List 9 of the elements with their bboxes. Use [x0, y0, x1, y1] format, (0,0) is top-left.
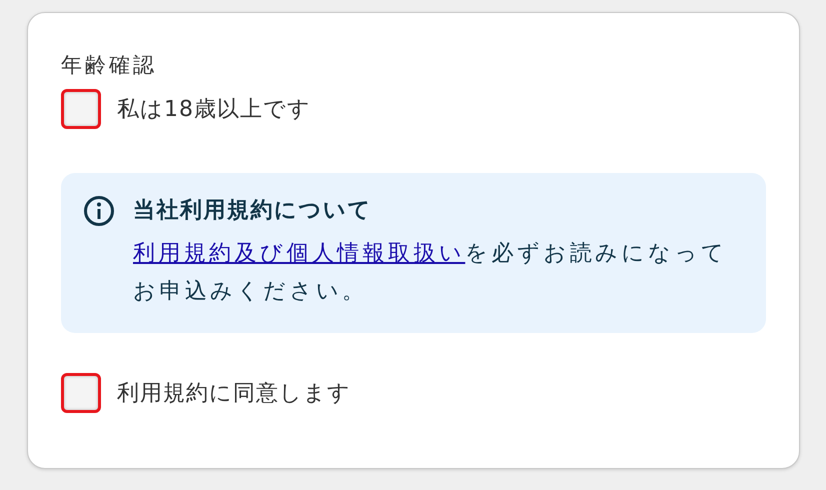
section-title: 年齢確認 [61, 52, 158, 79]
checkbox-label: 利用規約に同意します [117, 380, 351, 408]
checkbox[interactable] [61, 373, 101, 413]
checkbox-label: 私は18歳以上です [117, 96, 311, 124]
notice-text: 利用規約及び個人情報取扱い を必ずお読みになってお申込みください。 [133, 240, 728, 306]
terms-link[interactable]: 利用規約及び個人情報取扱い [133, 241, 466, 266]
notice-title: 当社利用規約について [133, 197, 373, 225]
info-icon [83, 195, 115, 227]
checkbox[interactable] [61, 89, 101, 129]
